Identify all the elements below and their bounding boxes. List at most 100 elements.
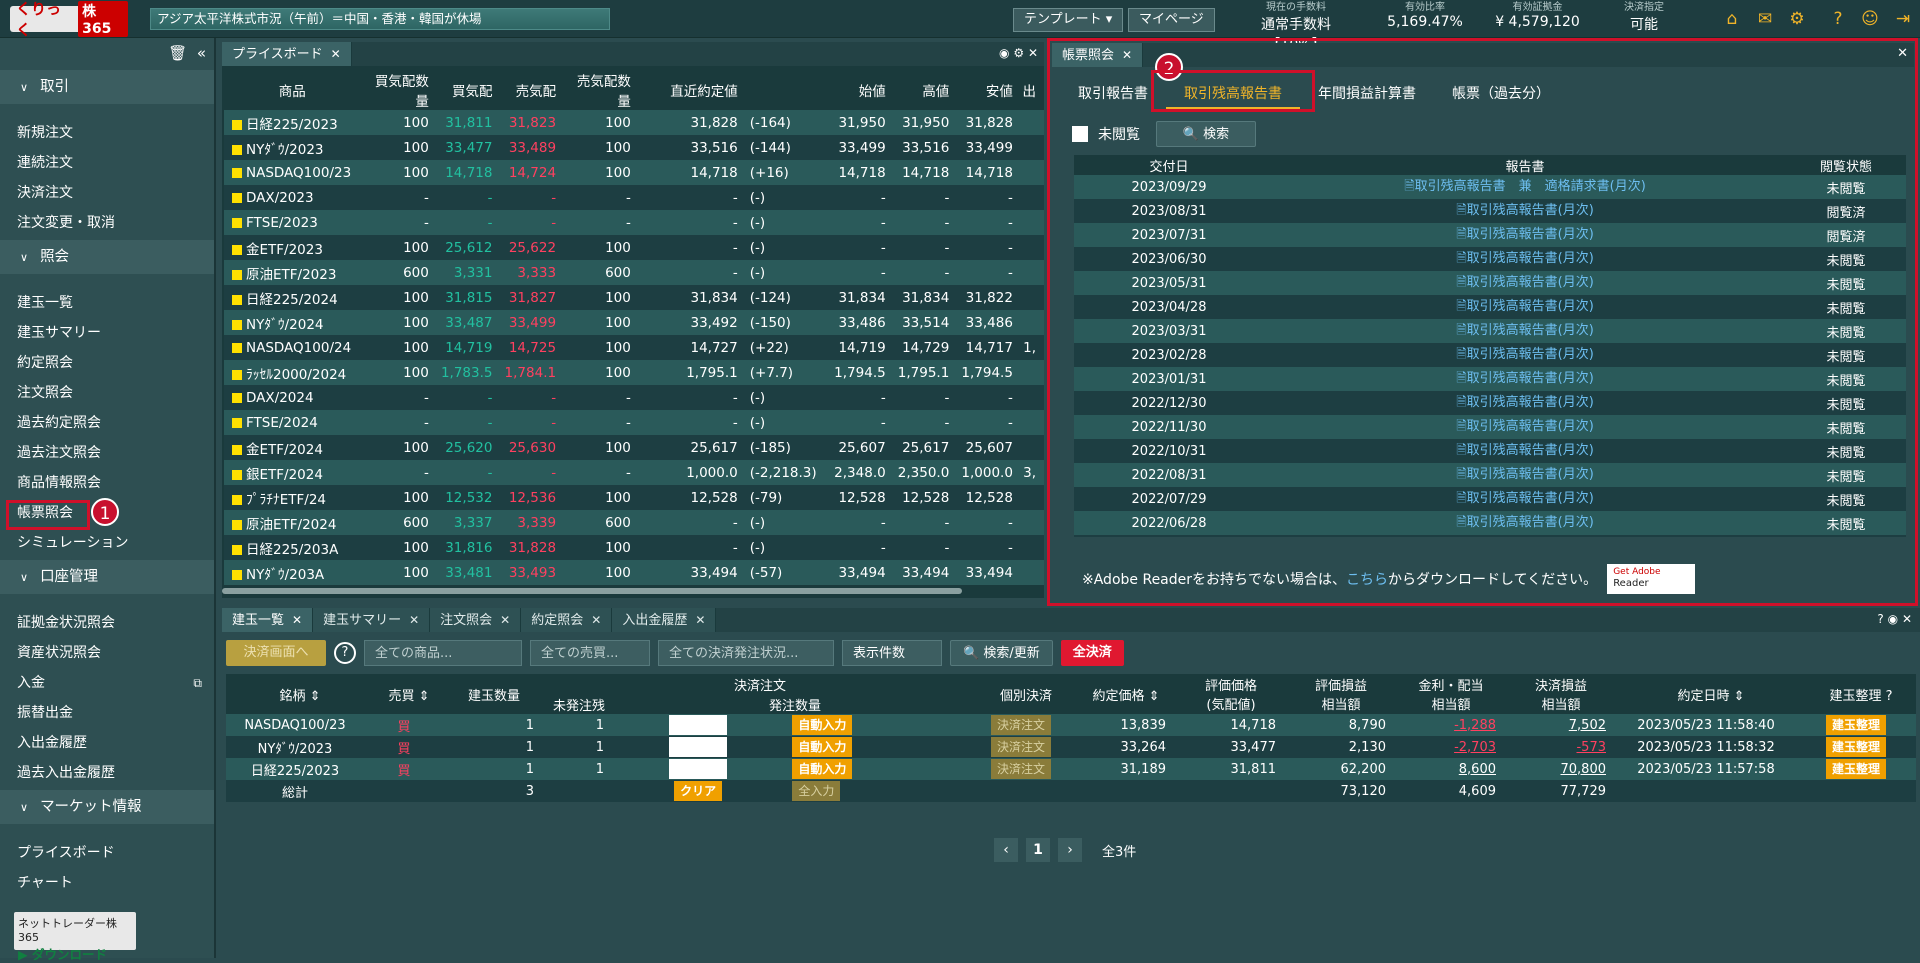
report-row[interactable]: 2022/05/31🗎取引残高報告書(月次)未閲覧 (1074, 535, 1906, 537)
tab-past-reports[interactable]: 帳票（過去分） (1434, 79, 1568, 109)
auto-input-button[interactable]: 自動入力 (792, 715, 853, 735)
report-link[interactable]: 🗎取引残高報告書 兼 適格請求書(月次) (1264, 175, 1786, 199)
sidebar-item[interactable]: 建玉一覧 (0, 288, 214, 318)
tab-positions-2[interactable]: 注文照会 ✕ (430, 608, 522, 632)
mypage-button[interactable]: マイページ (1128, 8, 1215, 32)
horizontal-scrollbar[interactable] (222, 588, 962, 594)
sidebar-item[interactable]: 振替出金 (0, 698, 214, 728)
search-button[interactable]: 🔍 検索 (1156, 121, 1256, 147)
price-row[interactable]: 原油ETF/2024 600 3,337 3,339 600- (-) - - - (224, 510, 1044, 535)
sidebar-item[interactable]: 連続注文 (0, 148, 214, 178)
template-button[interactable]: テンプレート ▾ (1013, 8, 1124, 32)
report-link[interactable]: 🗎取引残高報告書(月次) (1264, 487, 1786, 511)
price-row[interactable]: 日経225/2024 100 31,815 31,827 100 31,834 (-124)… (224, 285, 1044, 310)
report-row[interactable]: 2023/08/31 🗎取引残高報告書(月次) 閲覧済 (1074, 199, 1906, 223)
gear-icon[interactable]: ⚙ (1787, 9, 1807, 29)
report-link[interactable]: 🗎取引残高報告書(月次) (1264, 295, 1786, 319)
report-row[interactable]: 2023/06/30 🗎取引残高報告書(月次) 未閲覧 (1074, 247, 1906, 271)
arrange-button[interactable]: 建玉整理 (1825, 715, 1886, 735)
display-count-select[interactable]: 表示件数 (842, 640, 942, 666)
close-icon[interactable]: ✕ (292, 613, 302, 627)
sidebar-item[interactable]: 注文変更・取消 (0, 208, 214, 238)
report-row[interactable]: 2022/12/30 🗎取引残高報告書(月次) 未閲覧 (1074, 391, 1906, 415)
user-icon[interactable]: ☺ (1860, 9, 1880, 29)
next-page-button[interactable]: › (1058, 838, 1082, 862)
sidebar-item[interactable]: 過去約定照会 (0, 408, 214, 438)
auto-input-button[interactable]: 自動入力 (792, 759, 853, 779)
tab-priceboard[interactable]: プライスボード ✕ (222, 42, 352, 66)
price-row[interactable]: DAX/2023- - - - - (-) - - - (224, 185, 1044, 210)
arrange-button[interactable]: 建玉整理 (1825, 759, 1886, 779)
close-icon[interactable]: ✕ (1122, 48, 1132, 62)
sidebar-section-inquiry[interactable]: ∨ 照会 (0, 240, 214, 274)
tab-annual-pl[interactable]: 年間損益計算書 (1300, 79, 1434, 109)
col-pl[interactable]: 評価損益 (1315, 679, 1367, 694)
report-link[interactable]: 🗎取引残高報告書(月次) (1264, 343, 1786, 367)
help-icon[interactable]: ? (1877, 612, 1883, 626)
auto-input-button[interactable]: 自動入力 (792, 737, 853, 757)
gear-icon[interactable]: ⚙ (1013, 46, 1024, 60)
report-row[interactable]: 2023/02/28 🗎取引残高報告書(月次) 未閲覧 (1074, 343, 1906, 367)
price-row[interactable]: FTSE/2023- - - - - (-) - - - (224, 210, 1044, 235)
price-row[interactable]: NYﾀﾞｳ/2023 100 33,477 33,489 100 33,516 (-144)… (224, 135, 1044, 160)
price-row[interactable]: NASDAQ100/23 100 14,718 14,724 100 14,718 (+16… (224, 160, 1044, 185)
side-filter[interactable]: 全ての売買... (530, 640, 650, 666)
clear-button[interactable]: クリア (674, 781, 723, 801)
unread-checkbox[interactable] (1072, 126, 1088, 142)
price-row[interactable]: NASDAQ100/24 100 14,719 14,725 100 14,727 (+22… (224, 335, 1044, 360)
collapse-icon[interactable]: « (197, 44, 206, 62)
help-icon[interactable]: ? (334, 642, 356, 664)
sidebar-item[interactable]: 入出金履歴 (0, 728, 214, 758)
tab-positions-3[interactable]: 約定照会 ✕ (521, 608, 613, 632)
eye-icon[interactable]: ◉ (999, 46, 1009, 60)
sidebar-item[interactable]: 商品情報照会 (0, 468, 214, 498)
price-row[interactable]: ﾌﾟﾗﾁﾅETF/24 100 12,532 12,536 100 12,528 (-79)… (224, 485, 1044, 510)
sidebar-section-account[interactable]: ∨ 口座管理 (0, 560, 214, 594)
report-link[interactable]: 🗎取引残高報告書(月次) (1264, 223, 1786, 247)
report-link[interactable]: 🗎取引残高報告書(月次) (1264, 439, 1786, 463)
close-icon[interactable]: ✕ (1891, 43, 1914, 67)
price-row[interactable]: NYﾀﾞｳ/203A 100 33,481 33,493 100 33,494 (-57) 3… (224, 560, 1044, 585)
close-icon[interactable]: ✕ (331, 47, 341, 61)
sidebar-item[interactable]: 注文照会 (0, 378, 214, 408)
col-settle-pl[interactable]: 決済損益 (1535, 679, 1587, 694)
report-link[interactable]: 🗎取引残高報告書(月次) (1264, 247, 1786, 271)
report-row[interactable]: 2023/04/28 🗎取引残高報告書(月次) 未閲覧 (1074, 295, 1906, 319)
adobe-download-link[interactable]: こちら (1346, 569, 1388, 589)
sidebar-item[interactable]: 証拠金状況照会 (0, 608, 214, 638)
report-row[interactable]: 2023/09/29 🗎取引残高報告書 兼 適格請求書(月次) 未閲覧 (1074, 175, 1906, 199)
close-icon[interactable]: ✕ (695, 613, 705, 627)
sidebar-item[interactable]: 約定照会 (0, 348, 214, 378)
sidebar-item[interactable]: プライスボード (0, 838, 214, 868)
report-link[interactable]: 🗎取引残高報告書(月次) (1264, 319, 1786, 343)
logout-icon[interactable]: ⇥ (1893, 9, 1913, 29)
sidebar-item[interactable]: 資産状況照会 (0, 638, 214, 668)
page-number[interactable]: 1 (1026, 838, 1050, 862)
settle-all-button[interactable]: 全決済 (1060, 640, 1124, 666)
logo[interactable]: くりっく 株365 (10, 0, 128, 39)
price-row[interactable]: 銀ETF/2024- - - -1,000.0 (-2,218.3) 2,348.0 2,3… (224, 460, 1044, 485)
col-eval[interactable]: 評価価格 (1205, 679, 1257, 694)
price-row[interactable]: 金ETF/2023 100 25,612 25,622 100- (-) - - - (224, 235, 1044, 260)
report-link[interactable]: 🗎取引残高報告書(月次) (1264, 415, 1786, 439)
price-row[interactable]: NYﾀﾞｳ/2024 100 33,487 33,499 100 33,492 (-150)… (224, 310, 1044, 335)
close-icon[interactable]: ✕ (591, 613, 601, 627)
report-row[interactable]: 2022/06/28 🗎取引残高報告書(月次) 未閲覧 (1074, 511, 1906, 535)
help-icon[interactable]: ? (1886, 689, 1893, 704)
report-row[interactable]: 2022/08/31 🗎取引残高報告書(月次) 未閲覧 (1074, 463, 1906, 487)
report-link[interactable]: 🗎取引残高報告書(月次) (1264, 535, 1786, 537)
report-row[interactable]: 2022/10/31 🗎取引残高報告書(月次) 未閲覧 (1074, 439, 1906, 463)
order-qty-input[interactable] (669, 715, 728, 735)
settle-order-button[interactable]: 決済注文 (990, 715, 1051, 735)
sidebar-item[interactable]: シミュレーション (0, 528, 214, 558)
close-icon[interactable]: ✕ (1902, 612, 1912, 626)
report-link[interactable]: 🗎取引残高報告書(月次) (1264, 367, 1786, 391)
report-link[interactable]: 🗎取引残高報告書(月次) (1264, 391, 1786, 415)
price-row[interactable]: 日経225/203A 100 31,816 31,828 100- (-) - - - (224, 535, 1044, 560)
price-row[interactable]: 日経225/2023 100 31,811 31,823 100 31,828 (-164)… (224, 110, 1044, 135)
sidebar-item[interactable]: 過去注文照会 (0, 438, 214, 468)
position-row[interactable]: NYﾀﾞｳ/2023 買 1 1 自動入力 決済注文 33,264 33,477 2,130 -2… (226, 736, 1916, 758)
adobe-reader-badge[interactable]: Get Adobe Reader (1607, 564, 1696, 594)
report-link[interactable]: 🗎取引残高報告書(月次) (1264, 463, 1786, 487)
report-row[interactable]: 2023/05/31 🗎取引残高報告書(月次) 未閲覧 (1074, 271, 1906, 295)
